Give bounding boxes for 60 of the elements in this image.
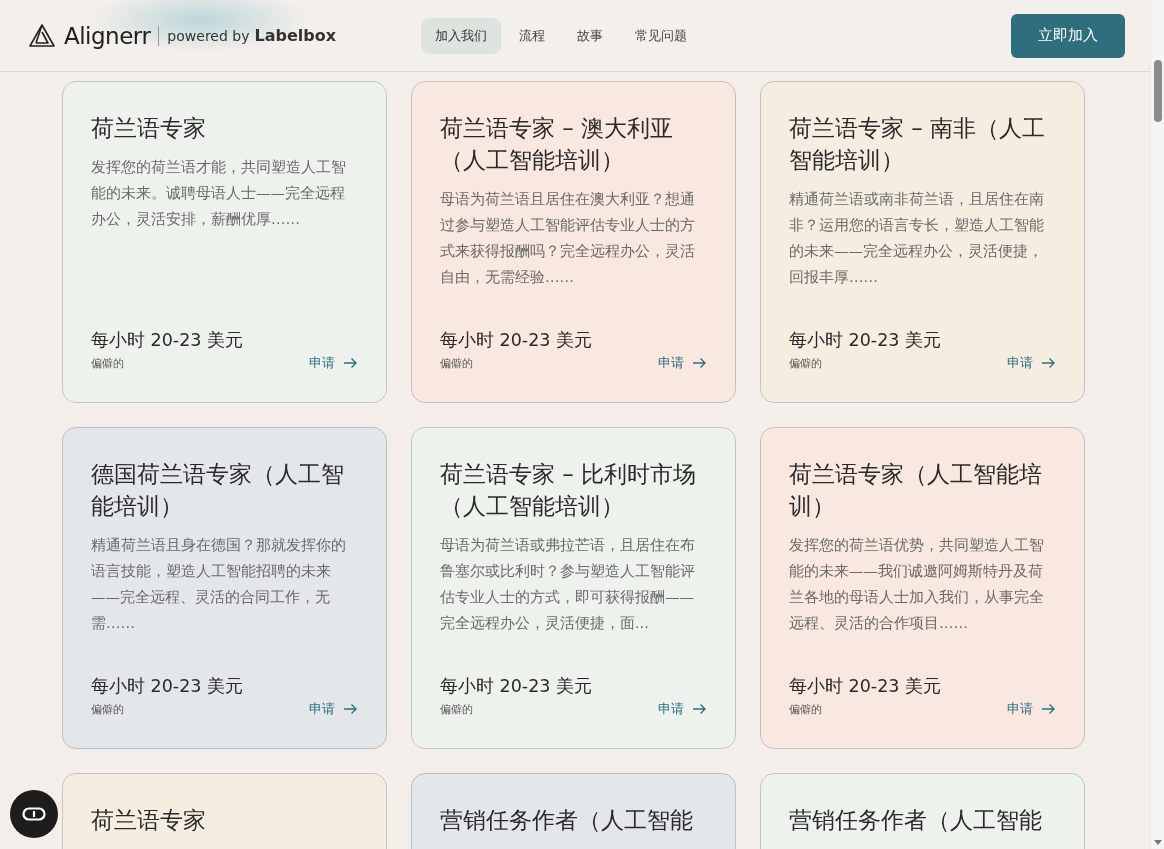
nav-tab[interactable]: 故事: [563, 17, 617, 54]
arrow-right-icon: [343, 703, 358, 715]
nav-tab[interactable]: 流程: [505, 17, 559, 54]
job-description: 精通荷兰语或南非荷兰语，且居住在南非？运用您的语言专长，塑造人工智能的未来——完全远程办公，灵活便捷，回报丰厚……: [789, 190, 1045, 287]
job-title: 营销任务作者（人工智能: [789, 806, 1043, 835]
apply-link[interactable]: 申请: [658, 354, 707, 372]
job-card[interactable]: 荷兰语专家 – 南非（人工智能培训） 精通荷兰语或南非荷兰语，且居住在南非？运用您的语言专长，塑造人工智能的未来——完全远程办公，灵活便捷，回报丰厚…… 每小时 20-23 美元 偏僻的 申请: [760, 81, 1085, 403]
job-card[interactable]: 荷兰语专家: [62, 773, 387, 849]
job-description: 母语为荷兰语且居住在澳大利亚？想通过参与塑造人工智能评估专业人士的方式来获得报酬吗？完全远程办公，灵活自由，无需经验……: [440, 190, 696, 287]
powered-by-text: powered by: [167, 27, 250, 44]
job-title: 荷兰语专家: [91, 806, 207, 835]
job-title: 德国荷兰语专家（人工智能培训）: [91, 460, 345, 521]
arrow-right-icon: [1041, 357, 1056, 369]
apply-link[interactable]: 申请: [1007, 700, 1056, 718]
job-title: 荷兰语专家 – 澳大利亚（人工智能培训）: [440, 114, 675, 175]
apply-link[interactable]: 申请: [658, 700, 707, 718]
location-text: 偏僻的: [789, 355, 822, 371]
apply-link[interactable]: 申请: [309, 700, 358, 718]
job-description: 母语为荷兰语或弗拉芒语，且居住在布鲁塞尔或比利时？参与塑造人工智能评估专业人士的方式，即可获得报酬——完全远程办公，灵活便捷，面...: [440, 536, 696, 633]
pay-rate: 每小时 20-23 美元: [440, 675, 593, 698]
arrow-right-icon: [692, 703, 707, 715]
location-text: 偏僻的: [789, 701, 822, 717]
logo-icon: [28, 22, 56, 49]
job-title: 营销任务作者（人工智能: [440, 806, 694, 835]
location-text: 偏僻的: [91, 701, 124, 717]
partner-name: Labelbox: [254, 26, 336, 45]
job-title: 荷兰语专家（人工智能培训）: [789, 460, 1043, 521]
pay-rate: 每小时 20-23 美元: [91, 329, 244, 352]
scrollbar[interactable]: [1150, 0, 1164, 849]
arrow-right-icon: [692, 357, 707, 369]
location-text: 偏僻的: [440, 355, 473, 371]
chat-button[interactable]: [10, 790, 58, 838]
pay-rate: 每小时 20-23 美元: [789, 329, 942, 352]
job-description: 发挥您的荷兰语才能，共同塑造人工智能的未来。诚聘母语人士——完全远程办公，灵活安排，薪酬优厚……: [91, 158, 347, 229]
job-title: 荷兰语专家: [91, 114, 207, 143]
job-card[interactable]: 荷兰语专家 – 澳大利亚（人工智能培训） 母语为荷兰语且居住在澳大利亚？想通过参与塑造人工智能评估专业人士的方式来获得报酬吗？完全远程办公，灵活自由，无需经验…… 每小时 20-23 美元 偏僻的 申请: [411, 81, 736, 403]
link-icon: [22, 807, 46, 821]
job-card[interactable]: 荷兰语专家 – 比利时市场（人工智能培训） 母语为荷兰语或弗拉芒语，且居住在布鲁塞尔或比利时？参与塑造人工智能评估专业人士的方式，即可获得报酬——完全远程办公，灵活便捷，面... 每小时 20-23 美元 偏僻的 申请: [411, 427, 736, 749]
job-card[interactable]: 荷兰语专家（人工智能培训） 发挥您的荷兰语优势，共同塑造人工智能的未来——我们诚邀阿姆斯特丹及荷兰各地的母语人士加入我们，从事完全远程、灵活的合作项目…… 每小时 20-23 美元 偏僻的 申请: [760, 427, 1085, 749]
location-text: 偏僻的: [91, 355, 124, 371]
pay-rate: 每小时 20-23 美元: [789, 675, 942, 698]
job-card[interactable]: 德国荷兰语专家（人工智能培训） 精通荷兰语且身在德国？那就发挥你的语言技能，塑造人工智能招聘的未来——完全远程、灵活的合同工作，无需…… 每小时 20-23 美元 偏僻的 申请: [62, 427, 387, 749]
brand-name: Alignerr: [64, 22, 151, 49]
arrow-right-icon: [1041, 703, 1056, 715]
nav-tab[interactable]: 常见问题: [621, 17, 701, 54]
location-text: 偏僻的: [440, 701, 473, 717]
job-description: 精通荷兰语且身在德国？那就发挥你的语言技能，塑造人工智能招聘的未来——完全远程、灵活的合同工作，无需……: [91, 536, 347, 633]
join-button[interactable]: 立即加入: [1011, 13, 1125, 58]
pay-rate: 每小时 20-23 美元: [91, 675, 244, 698]
job-card[interactable]: 营销任务作者（人工智能: [411, 773, 736, 849]
arrow-right-icon: [343, 357, 358, 369]
job-card[interactable]: 荷兰语专家 发挥您的荷兰语才能，共同塑造人工智能的未来。诚聘母语人士——完全远程办公，灵活安排，薪酬优厚…… 每小时 20-23 美元 偏僻的 申请: [62, 81, 387, 403]
job-title: 荷兰语专家 – 南非（人工智能培训）: [789, 114, 1047, 175]
job-title: 荷兰语专家 – 比利时市场（人工智能培训）: [440, 460, 698, 521]
pay-rate: 每小时 20-23 美元: [440, 329, 593, 352]
job-description: 发挥您的荷兰语优势，共同塑造人工智能的未来——我们诚邀阿姆斯特丹及荷兰各地的母语人士加入我们，从事完全远程、灵活的合作项目……: [789, 536, 1045, 633]
apply-link[interactable]: 申请: [1007, 354, 1056, 372]
nav-tab[interactable]: 加入我们: [421, 17, 501, 54]
apply-link[interactable]: 申请: [309, 354, 358, 372]
job-card[interactable]: 营销任务作者（人工智能: [760, 773, 1085, 849]
